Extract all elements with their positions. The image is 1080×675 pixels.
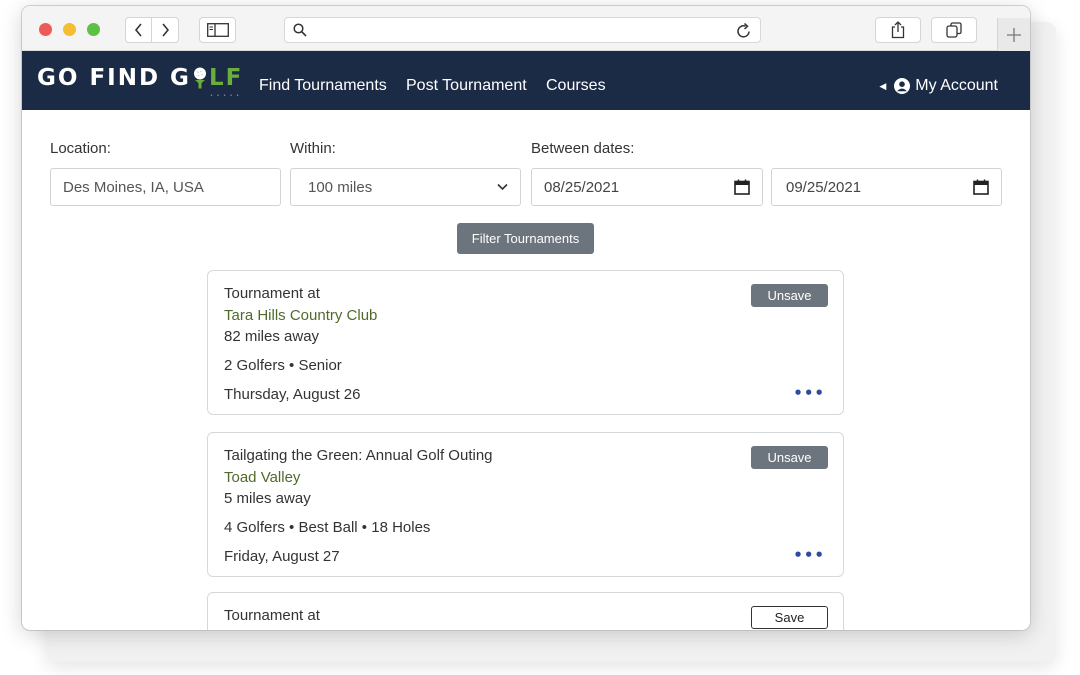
user-circle-icon [894, 78, 911, 94]
account-menu[interactable]: ◀ My Account [879, 77, 998, 95]
location-input[interactable]: Des Moines, IA, USA [50, 168, 281, 206]
tournament-date: Thursday, August 26 [224, 386, 361, 403]
within-select[interactable]: 100 miles [290, 168, 521, 206]
end-date-value: 09/25/2021 [786, 178, 862, 196]
logo-text: GO FIND G [37, 65, 191, 91]
zoom-window-button[interactable] [87, 23, 100, 36]
course-link[interactable]: Tara Hills Country Club [224, 307, 377, 324]
unsave-button[interactable]: Unsave [751, 284, 828, 307]
minimize-window-button[interactable] [63, 23, 76, 36]
end-date-input[interactable]: 09/25/2021 [771, 168, 1002, 206]
forward-icon [162, 23, 170, 37]
tournament-details: 4 Golfers • Best Ball • 18 Holes [224, 519, 431, 536]
unsave-button[interactable]: Unsave [751, 446, 828, 469]
tournament-date: Friday, August 27 [224, 548, 340, 565]
tournament-title: Tournament at [224, 607, 320, 624]
close-window-button[interactable] [39, 23, 52, 36]
site-navbar: GO FIND G LF • • • • • Find Tournaments … [22, 51, 1030, 110]
more-options-icon[interactable]: ••• [793, 384, 825, 402]
start-date-value: 08/25/2021 [544, 178, 620, 196]
tournament-distance: 82 miles away [224, 328, 320, 345]
search-icon [293, 23, 307, 37]
location-value: Des Moines, IA, USA [63, 178, 204, 196]
tournament-details: 2 Golfers • Senior [224, 357, 342, 374]
tournament-card[interactable]: Tailgating the Green: Annual Golf Outing… [207, 432, 844, 577]
browser-toolbar [22, 6, 1030, 51]
within-value: 100 miles [308, 178, 373, 196]
nav-find-tournaments[interactable]: Find Tournaments [259, 77, 387, 95]
logo-text-accent: LF [208, 65, 244, 91]
tournament-title: Tailgating the Green: Annual Golf Outing [224, 447, 493, 464]
nav-courses[interactable]: Courses [546, 77, 606, 95]
tournament-title: Tournament at [224, 285, 320, 302]
logo-dots: • • • • • [210, 93, 241, 99]
filter-tournaments-button[interactable]: Filter Tournaments [457, 223, 594, 254]
caret-left-icon: ◀ [879, 80, 887, 91]
tournament-card[interactable]: Tournament at Tara Hills Country Club 82… [207, 270, 844, 415]
sidebar-icon [206, 23, 229, 37]
plus-icon [1007, 27, 1021, 42]
address-bar[interactable] [284, 17, 761, 43]
calendar-icon[interactable] [973, 179, 989, 195]
tabs-icon [946, 22, 962, 38]
nav-post-tournament[interactable]: Post Tournament [406, 77, 527, 95]
tournament-card[interactable]: Tournament at Save [207, 592, 844, 630]
back-button[interactable] [125, 17, 152, 43]
browser-window: GO FIND G LF • • • • • Find Tournaments … [22, 6, 1030, 630]
site-logo[interactable]: GO FIND G LF [37, 65, 243, 91]
golf-tee-icon [193, 67, 206, 89]
share-button[interactable] [875, 17, 921, 43]
location-label: Location: [50, 140, 111, 157]
logo-golf: LF [191, 65, 243, 91]
show-tabs-button[interactable] [931, 17, 977, 43]
account-label: My Account [915, 77, 998, 94]
new-tab-button[interactable] [997, 18, 1030, 51]
dates-label: Between dates: [531, 140, 635, 157]
sidebar-toggle-button[interactable] [199, 17, 236, 43]
save-button[interactable]: Save [751, 606, 828, 629]
within-label: Within: [290, 140, 336, 157]
more-options-icon[interactable]: ••• [793, 546, 825, 564]
calendar-icon[interactable] [734, 179, 750, 195]
tournament-distance: 5 miles away [224, 490, 311, 507]
chevron-down-icon [497, 183, 508, 191]
back-icon [134, 23, 142, 37]
course-link[interactable]: Toad Valley [224, 469, 300, 486]
share-icon [891, 21, 905, 39]
forward-button[interactable] [152, 17, 179, 43]
start-date-input[interactable]: 08/25/2021 [531, 168, 763, 206]
reload-icon[interactable] [736, 22, 752, 39]
